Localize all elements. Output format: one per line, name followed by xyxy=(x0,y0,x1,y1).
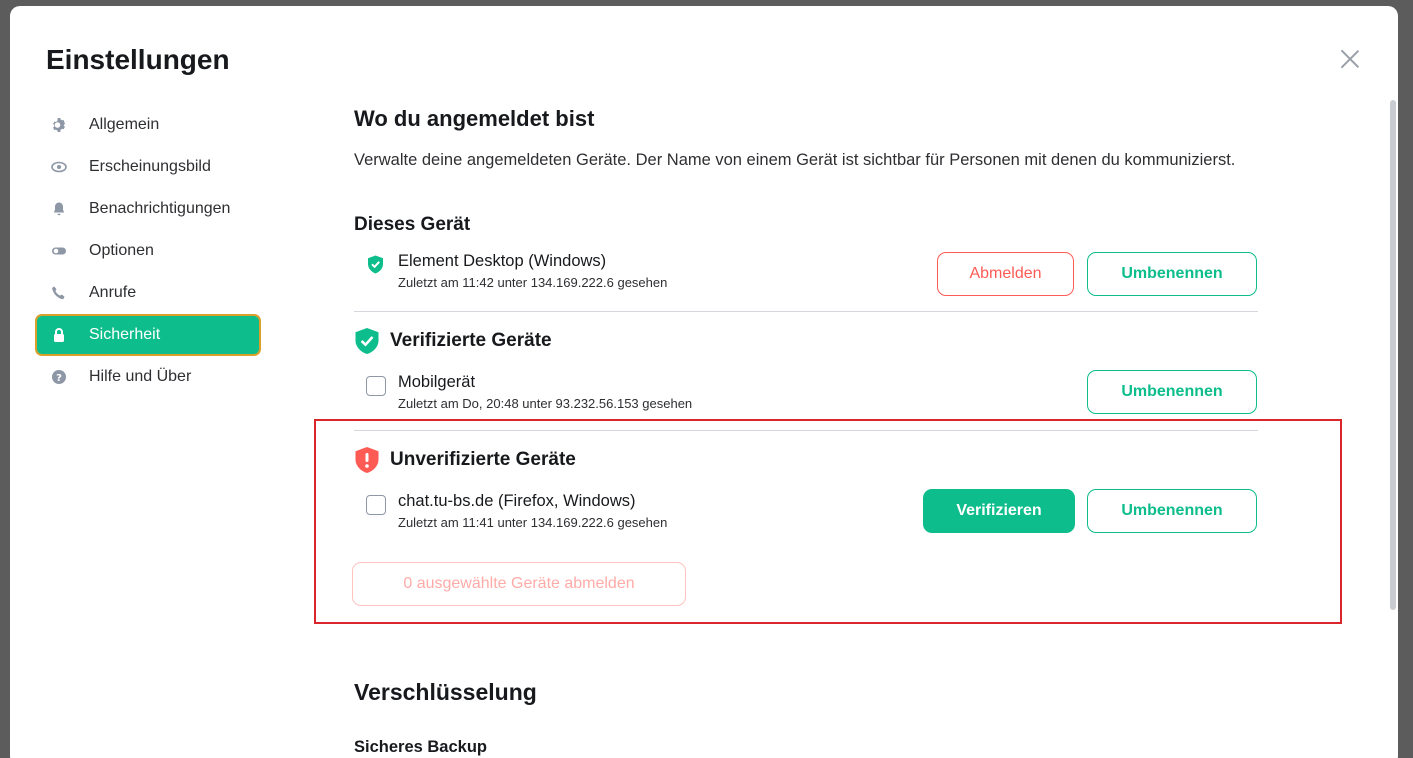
encryption-heading: Verschlüsselung xyxy=(354,679,537,705)
sidebar-item-optionen[interactable]: Optionen xyxy=(35,230,261,272)
device-last-seen: Zuletzt am 11:42 unter 134.169.222.6 ges… xyxy=(398,275,668,290)
sidebar-item-label: Erscheinungsbild xyxy=(89,158,211,175)
logout-button[interactable]: Abmelden xyxy=(937,252,1074,296)
bell-icon xyxy=(51,201,67,217)
highlight-frame xyxy=(314,419,1342,624)
sidebar-item-label: Optionen xyxy=(89,242,154,259)
sidebar-item-anrufe[interactable]: Anrufe xyxy=(35,272,261,314)
sessions-description: Verwalte deine angemeldeten Geräte. Der … xyxy=(354,151,1236,169)
rename-this-device-button[interactable]: Umbenennen xyxy=(1087,252,1257,296)
eye-icon xyxy=(51,159,67,175)
device-select-checkbox[interactable] xyxy=(366,376,386,396)
gear-icon xyxy=(51,117,67,133)
help-icon: ? xyxy=(51,369,67,385)
secure-backup-heading: Sicheres Backup xyxy=(354,738,487,756)
sidebar-item-erscheinungsbild[interactable]: Erscheinungsbild xyxy=(35,146,261,188)
rename-mobile-device-button[interactable]: Umbenennen xyxy=(1087,370,1257,414)
sidebar-item-hilfe[interactable]: ? Hilfe und Über xyxy=(35,356,261,398)
phone-icon xyxy=(51,285,67,301)
device-name: Element Desktop (Windows) xyxy=(398,252,607,270)
device-last-seen: Zuletzt am Do, 20:48 unter 93.232.56.153… xyxy=(398,396,693,411)
sidebar-item-benachrichtigungen[interactable]: Benachrichtigungen xyxy=(35,188,261,230)
settings-sidebar: Allgemein Erscheinungsbild Benachrichtig… xyxy=(35,104,261,398)
verified-shield-icon xyxy=(367,255,384,279)
scrollbar[interactable] xyxy=(1390,100,1396,610)
sessions-heading: Wo du angemeldet bist xyxy=(354,106,595,131)
sidebar-item-label: Sicherheit xyxy=(89,326,161,343)
sidebar-item-allgemein[interactable]: Allgemein xyxy=(35,104,261,146)
dialog-title: Einstellungen xyxy=(46,44,230,75)
lock-icon xyxy=(51,327,67,343)
sidebar-item-label: Anrufe xyxy=(89,284,137,301)
device-name: Mobilgerät xyxy=(398,373,476,391)
close-icon[interactable] xyxy=(1339,48,1361,70)
this-device-heading: Dieses Gerät xyxy=(354,214,471,235)
verified-devices-heading: Verifizierte Geräte xyxy=(354,327,552,355)
sidebar-item-label: Allgemein xyxy=(89,116,160,133)
svg-text:?: ? xyxy=(56,373,62,384)
sidebar-item-label: Benachrichtigungen xyxy=(89,200,231,217)
sidebar-item-label: Hilfe und Über xyxy=(89,368,192,385)
divider xyxy=(354,311,1258,312)
verified-shield-icon xyxy=(354,327,380,355)
sidebar-item-sicherheit[interactable]: Sicherheit xyxy=(35,314,261,356)
toggle-icon xyxy=(51,243,67,259)
